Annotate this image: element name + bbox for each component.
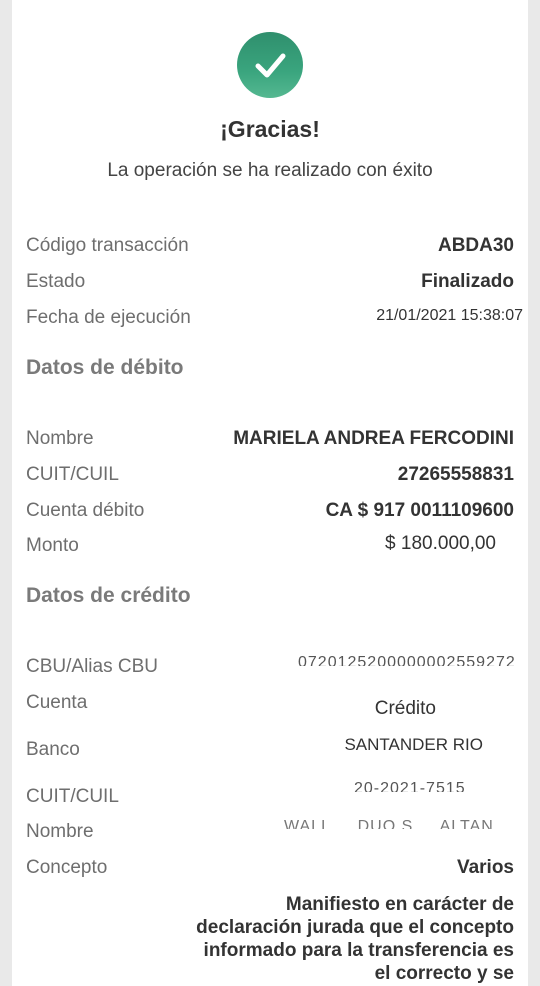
status-label: Estado	[26, 271, 86, 292]
credit-name-label: Nombre	[26, 821, 94, 842]
page-title: ¡Gracias!	[220, 116, 320, 142]
amount-value: $ 180.000,00	[385, 533, 496, 554]
credit-account-value: Crédito	[374, 698, 436, 719]
debit-account-label: Cuenta débito	[26, 500, 145, 521]
debit-cuit-label: CUIT/CUIL	[26, 464, 119, 485]
status-value: Finalizado	[421, 271, 514, 292]
debit-name-label: Nombre	[26, 428, 94, 449]
credit-account-label: Cuenta	[26, 692, 88, 713]
sworn-declaration-text: Manifiesto en carácter de declaración ju…	[196, 894, 514, 984]
transaction-code-value: ABDA30	[437, 235, 514, 256]
bank-value: SANTANDER RIO	[344, 735, 483, 754]
debit-section-title: Datos de débito	[26, 356, 184, 379]
credit-section-title: Datos de crédito	[26, 584, 191, 607]
concept-label: Concepto	[26, 857, 108, 878]
execution-date-label: Fecha de ejecución	[26, 307, 191, 328]
debit-account-value: CA $ 917 0011109600	[325, 500, 514, 521]
cbu-value: 0720125200000002559272	[298, 654, 516, 666]
success-message: La operación se ha realizado con éxito	[107, 160, 433, 181]
bank-label: Banco	[26, 739, 80, 760]
transaction-code-label: Código transacción	[26, 235, 189, 256]
execution-date-value: 21/01/2021 15:38:07	[376, 307, 523, 324]
credit-cuit-value: 20-2021-7515	[354, 780, 466, 792]
concept-value: Varios	[456, 857, 514, 878]
amount-label: Monto	[26, 535, 79, 556]
credit-name-value: WALL ... DUO S ... ALTAN	[284, 818, 494, 829]
debit-name-value: MARIELA ANDREA FERCODINI	[233, 428, 514, 449]
debit-cuit-value: 27265558831	[397, 464, 514, 485]
credit-cuit-label: CUIT/CUIL	[26, 786, 119, 807]
cbu-label: CBU/Alias CBU	[26, 656, 158, 677]
check-circle-icon	[237, 32, 303, 98]
